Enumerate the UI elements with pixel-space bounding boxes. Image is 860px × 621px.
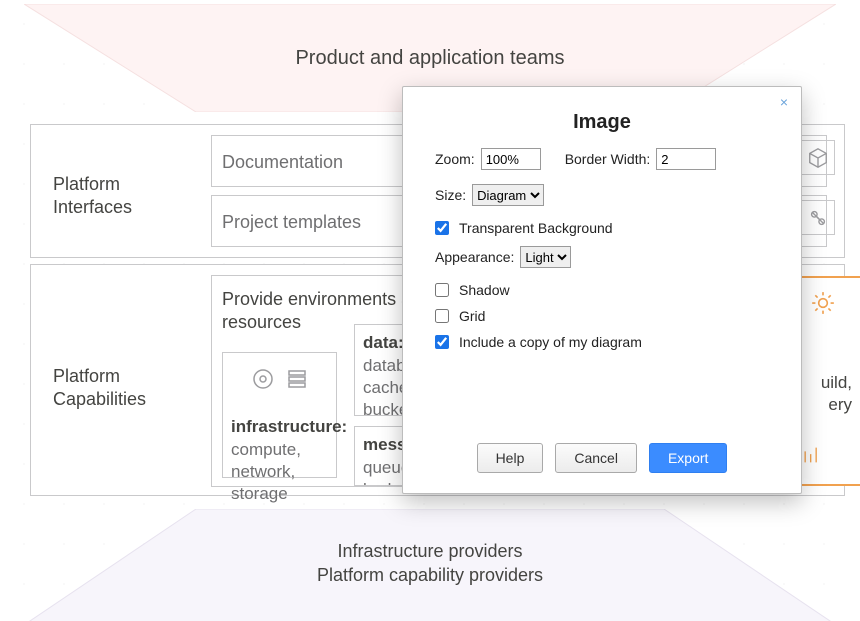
section-capabilities-label-l2: Capabilities bbox=[53, 389, 146, 409]
include-copy-label: Include a copy of my diagram bbox=[459, 334, 642, 350]
include-copy-checkbox[interactable] bbox=[435, 335, 449, 349]
section-capabilities-label-l1: Platform bbox=[53, 366, 120, 386]
stack-icon bbox=[283, 367, 311, 391]
export-button[interactable]: Export bbox=[649, 443, 727, 473]
diagram-canvas: Product and application teams Infrastruc… bbox=[0, 0, 860, 621]
infrastructure-header: infrastructure: bbox=[231, 417, 347, 437]
size-label: Size: bbox=[435, 187, 466, 203]
infra-icons bbox=[223, 367, 336, 391]
transparent-background-label: Transparent Background bbox=[459, 220, 613, 236]
gear-icon bbox=[810, 290, 836, 316]
section-capabilities-label: Platform Capabilities bbox=[53, 365, 173, 410]
transparent-row: Transparent Background bbox=[435, 220, 769, 236]
image-export-dialog: × Image Zoom: Border Width: Size: Diagra… bbox=[402, 86, 802, 494]
cancel-button[interactable]: Cancel bbox=[555, 443, 637, 473]
shadow-checkbox[interactable] bbox=[435, 283, 449, 297]
size-row: Size: Diagram bbox=[435, 184, 769, 206]
appearance-label: Appearance: bbox=[435, 249, 514, 265]
infrastructure-body: compute, network, storage bbox=[231, 439, 301, 505]
include-copy-row: Include a copy of my diagram bbox=[435, 334, 769, 350]
shadow-row: Shadow bbox=[435, 282, 769, 298]
help-button[interactable]: Help bbox=[477, 443, 544, 473]
zoom-label: Zoom: bbox=[435, 151, 475, 167]
size-select[interactable]: Diagram bbox=[472, 184, 544, 206]
close-button[interactable]: × bbox=[775, 93, 793, 111]
infrastructure-sub-box: infrastructure: compute, network, storag… bbox=[222, 352, 337, 478]
zoom-input[interactable] bbox=[481, 148, 541, 170]
section-interfaces-label-l1: Platform bbox=[53, 174, 120, 194]
section-interfaces-label: Platform Interfaces bbox=[53, 173, 173, 218]
dialog-footer: Help Cancel Export bbox=[403, 443, 801, 473]
shadow-label: Shadow bbox=[459, 282, 510, 298]
transparent-background-checkbox[interactable] bbox=[435, 221, 449, 235]
documentation-label: Documentation bbox=[222, 152, 343, 172]
dialog-body: Zoom: Border Width: Size: Diagram Transp… bbox=[403, 134, 801, 350]
env-title-l1: Provide environments and bbox=[222, 289, 431, 309]
grid-label: Grid bbox=[459, 308, 485, 324]
tools-icon bbox=[800, 200, 835, 235]
zoom-border-row: Zoom: Border Width: bbox=[435, 148, 769, 170]
border-width-input[interactable] bbox=[656, 148, 716, 170]
dialog-title: Image bbox=[403, 111, 801, 134]
env-title-l2: resources bbox=[222, 312, 301, 332]
project-templates-label: Project templates bbox=[222, 212, 361, 232]
grid-checkbox[interactable] bbox=[435, 309, 449, 323]
appearance-select[interactable]: Light bbox=[520, 246, 571, 268]
section-interfaces-label-l2: Interfaces bbox=[53, 197, 132, 217]
bottom-trapezoid: Infrastructure providers Platform capabi… bbox=[24, 509, 836, 621]
build-text: uild, ery bbox=[794, 372, 852, 416]
appearance-row: Appearance: Light bbox=[435, 246, 769, 268]
grid-row: Grid bbox=[435, 308, 769, 324]
cube-icon bbox=[800, 140, 835, 175]
border-width-label: Border Width: bbox=[565, 151, 651, 167]
disc-icon bbox=[249, 367, 277, 391]
